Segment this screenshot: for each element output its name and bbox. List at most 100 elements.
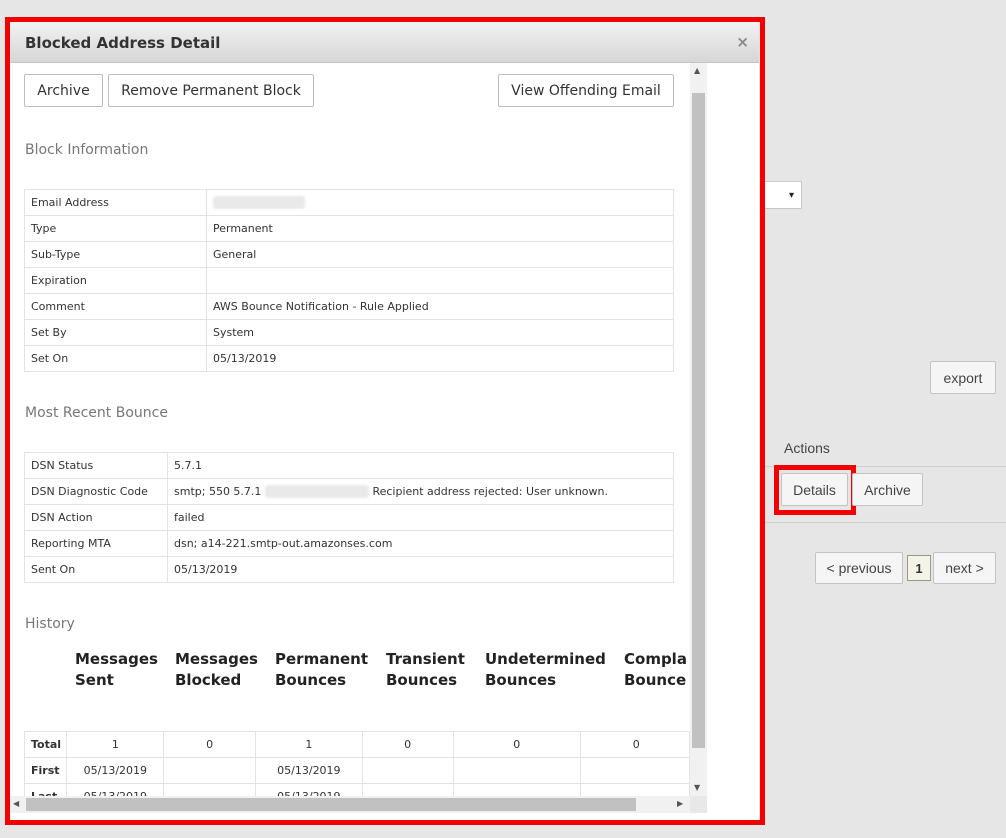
history-column-header: Undetermined Bounces	[485, 649, 606, 691]
table-cell: 0	[361, 731, 454, 758]
table-cell	[361, 783, 454, 796]
row-value: AWS Bounce Notification - Rule Applied	[206, 293, 674, 320]
table-cell: 05/13/2019	[254, 757, 363, 784]
row-value: 5.7.1	[167, 452, 674, 479]
divider	[762, 522, 1006, 523]
header-line: Compla	[624, 650, 687, 668]
scrollbar-corner	[690, 796, 707, 813]
scroll-right-icon[interactable]: ▶	[677, 799, 683, 808]
header-line: Bounces	[386, 671, 458, 689]
row-value: System	[206, 319, 674, 346]
row-value: Permanent	[206, 215, 674, 242]
vertical-scroll-thumb[interactable]	[692, 93, 705, 748]
filter-select[interactable]: ▾	[760, 181, 802, 209]
table-cell: 05/13/2019	[66, 757, 165, 784]
table-cell	[579, 757, 690, 784]
chevron-down-icon: ▾	[788, 190, 794, 201]
scroll-up-icon[interactable]: ▲	[694, 66, 700, 75]
dialog-content: Archive Remove Permanent Block View Offe…	[10, 63, 690, 796]
header-line: Bounce	[624, 671, 687, 689]
table-cell: 1	[254, 731, 363, 758]
horizontal-scrollbar[interactable]: ◀ ▶	[10, 796, 690, 813]
table-cell	[163, 757, 256, 784]
row-label: Reporting MTA	[24, 530, 168, 557]
row-label: Comment	[24, 293, 207, 320]
table-cell	[452, 757, 581, 784]
header-line: Blocked	[175, 671, 242, 689]
row-label: Sent On	[24, 556, 168, 583]
table-row: First 05/13/2019 05/13/2019	[23, 757, 690, 784]
row-label: Type	[24, 215, 207, 242]
table-cell	[163, 783, 256, 796]
current-page-number[interactable]: 1	[907, 555, 931, 581]
table-cell	[579, 783, 690, 796]
table-row: Set On 05/13/2019	[24, 345, 674, 372]
table-row: Sub-Type General	[24, 241, 674, 268]
dialog-title: Blocked Address Detail	[25, 34, 221, 52]
header-line: Transient	[386, 650, 465, 668]
dsn-diagnostic-value: smtp; 550 5.7.1 Recipient address reject…	[167, 478, 674, 505]
scroll-down-icon[interactable]: ▼	[694, 783, 700, 792]
table-row: Reporting MTA dsn; a14-221.smtp-out.amaz…	[24, 530, 674, 557]
table-row: Expiration	[24, 267, 674, 294]
email-address-value	[206, 189, 674, 216]
history-column-header: Compla Bounce	[624, 649, 687, 691]
vertical-scrollbar[interactable]: ▲ ▼	[690, 63, 707, 796]
scroll-left-icon[interactable]: ◀	[13, 799, 19, 808]
header-line: Messages	[175, 650, 258, 668]
row-label: Expiration	[24, 267, 207, 294]
redacted-email	[264, 485, 369, 499]
row-label: Set On	[24, 345, 207, 372]
row-label: Total	[23, 731, 68, 758]
table-row: Type Permanent	[24, 215, 674, 242]
history-column-header: Transient Bounces	[386, 649, 465, 691]
table-cell: 0	[579, 731, 690, 758]
actions-column-header: Actions	[784, 440, 830, 456]
horizontal-scroll-thumb[interactable]	[26, 798, 636, 811]
export-button[interactable]: export	[930, 361, 996, 394]
table-cell: 05/13/2019	[66, 783, 165, 796]
history-column-header: Permanent Bounces	[275, 649, 368, 691]
table-row: Comment AWS Bounce Notification - Rule A…	[24, 293, 674, 320]
remove-permanent-block-button[interactable]: Remove Permanent Block	[108, 74, 314, 107]
table-row: DSN Status 5.7.1	[24, 452, 674, 479]
row-value: General	[206, 241, 674, 268]
most-recent-bounce-heading: Most Recent Bounce	[25, 405, 168, 421]
diagnostic-suffix: Recipient address rejected: User unknown…	[372, 484, 608, 498]
row-label: Last	[23, 783, 68, 796]
blocked-address-dialog: Blocked Address Detail × Archive Remove …	[10, 22, 759, 820]
header-line: Bounces	[275, 671, 347, 689]
row-label: DSN Action	[24, 504, 168, 531]
history-table: Total 1 0 1 0 0 0 First 05/13/2019 05/13…	[23, 731, 690, 796]
close-icon[interactable]: ×	[736, 33, 749, 51]
block-information-heading: Block Information	[25, 142, 149, 158]
archive-row-button[interactable]: Archive	[852, 473, 923, 506]
table-row: Total 1 0 1 0 0 0	[23, 731, 690, 758]
next-page-button[interactable]: next >	[933, 552, 996, 584]
header-line: Undetermined	[485, 650, 606, 668]
table-cell: 1	[66, 731, 165, 758]
header-line: Permanent	[275, 650, 369, 668]
row-value: 05/13/2019	[206, 345, 674, 372]
row-value: failed	[167, 504, 674, 531]
row-value: dsn; a14-221.smtp-out.amazonses.com	[167, 530, 674, 557]
header-line: Bounces	[485, 671, 557, 689]
table-row: Set By System	[24, 319, 674, 346]
header-line: Sent	[75, 671, 114, 689]
history-heading: History	[25, 616, 75, 632]
row-label: DSN Status	[24, 452, 168, 479]
archive-button[interactable]: Archive	[24, 74, 103, 107]
table-row: DSN Diagnostic Code smtp; 550 5.7.1 Reci…	[24, 478, 674, 505]
table-cell	[452, 783, 581, 796]
history-column-header: Messages Blocked	[175, 649, 258, 691]
block-information-table: Email Address Type Permanent Sub-Type Ge…	[24, 189, 674, 372]
header-line: Messages	[75, 650, 158, 668]
previous-page-button[interactable]: < previous	[815, 552, 903, 584]
table-row: Email Address	[24, 189, 674, 216]
dialog-titlebar[interactable]: Blocked Address Detail ×	[10, 22, 759, 63]
table-row: Sent On 05/13/2019	[24, 556, 674, 583]
row-label: Set By	[24, 319, 207, 346]
row-label: Sub-Type	[24, 241, 207, 268]
view-offending-email-button[interactable]: View Offending Email	[498, 74, 674, 107]
details-highlight	[774, 465, 856, 515]
